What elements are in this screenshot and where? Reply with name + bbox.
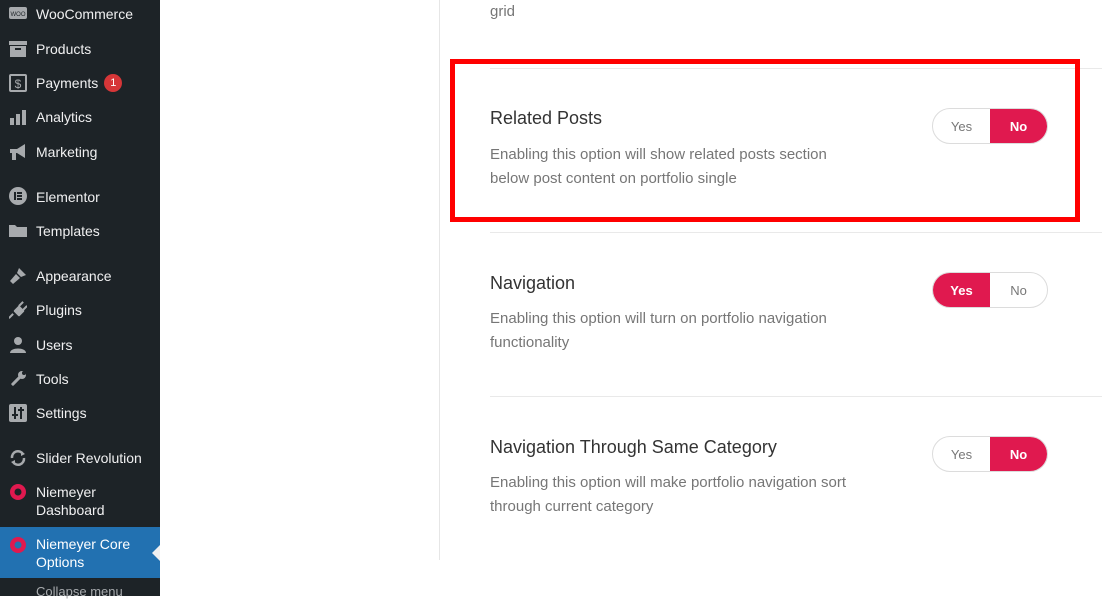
sidebar-item-elementor[interactable]: Elementor [0,186,160,208]
sidebar-item-label: Settings [36,405,87,421]
sidebar-item-label: Appearance [36,268,112,284]
option-description-navigation: Enabling this option will turn on portfo… [490,310,827,351]
sidebar-item-label: Marketing [36,144,98,160]
sidebar-item-label: Plugins [36,302,82,318]
svg-text:$: $ [15,77,22,91]
highlight-box [450,59,1080,222]
option-title-navigation-same-category: Navigation Through Same Category [490,437,777,457]
sidebar-item-niemeyer-dashboard[interactable]: Niemeyer Dashboard [0,481,160,521]
navigation-toggle[interactable]: Yes No [932,272,1048,308]
sidebar-item-niemeyer-core-options[interactable]: Niemeyer Core Options [0,527,160,578]
sidebar-item-tools[interactable]: Tools [0,368,160,390]
navigation-same-category-no-button[interactable]: No [990,437,1047,471]
niemeyer-icon [8,482,28,502]
sidebar-item-users[interactable]: Users [0,334,160,356]
sidebar-item-label: Templates [36,223,100,239]
sidebar-item-woocommerce[interactable]: WOO WooCommerce [0,0,160,28]
admin-sidebar: WOO WooCommerce Products $ Payments 1 Ana… [0,0,160,599]
panel-divider [439,0,440,560]
woo-icon: WOO [8,4,28,24]
collapse-menu[interactable]: Collapse menu [36,584,123,599]
sidebar-item-label: Payments [36,75,99,91]
refresh-icon [8,448,28,468]
sidebar-item-settings[interactable]: Settings [0,402,160,424]
active-indicator [152,544,160,561]
navigation-same-category-toggle[interactable]: Yes No [932,436,1048,472]
paintbrush-icon [8,266,28,286]
sliders-icon [8,403,28,423]
navigation-same-category-yes-button[interactable]: Yes [933,437,990,471]
sidebar-item-label: Slider Revolution [36,450,142,466]
sidebar-item-templates[interactable]: Templates [0,220,160,242]
dollar-icon: $ [8,73,28,93]
svg-text:WOO: WOO [11,12,26,18]
sidebar-item-products[interactable]: Products [0,38,160,60]
sidebar-item-label: Products [36,41,92,57]
previous-option-description: grid [490,3,516,20]
sidebar-item-payments[interactable]: $ Payments 1 [0,72,160,94]
elementor-icon [8,186,28,206]
sidebar-item-label: Users [36,337,73,353]
sidebar-item-label: Elementor [36,189,100,205]
navigation-yes-button[interactable]: Yes [933,273,990,307]
plug-icon [8,300,28,320]
niemeyer-icon [8,535,28,555]
sidebar-item-slider-revolution[interactable]: Slider Revolution [0,447,160,469]
user-icon [8,335,28,355]
folder-icon [8,221,28,241]
sidebar-item-marketing[interactable]: Marketing [0,141,160,163]
navigation-no-button[interactable]: No [990,273,1047,307]
sidebar-item-plugins[interactable]: Plugins [0,299,160,321]
option-separator [490,232,1102,233]
sidebar-item-label: Tools [36,371,69,387]
option-description-navigation-same-category: Enabling this option will make portfolio… [490,474,847,515]
megaphone-icon [8,142,28,162]
sidebar-item-label: Analytics [36,109,93,125]
option-separator [490,396,1102,397]
sidebar-item-appearance[interactable]: Appearance [0,265,160,287]
sidebar-item-label: Niemeyer Dashboard [36,484,105,518]
wrench-icon [8,369,28,389]
notification-badge: 1 [104,74,123,92]
archive-icon [8,39,28,59]
sidebar-item-label: Niemeyer Core Options [36,536,131,570]
sidebar-item-label: WooCommerce [36,6,133,22]
option-title-navigation: Navigation [490,273,576,293]
bar-chart-icon [8,107,28,127]
sidebar-item-analytics[interactable]: Analytics [0,106,160,128]
